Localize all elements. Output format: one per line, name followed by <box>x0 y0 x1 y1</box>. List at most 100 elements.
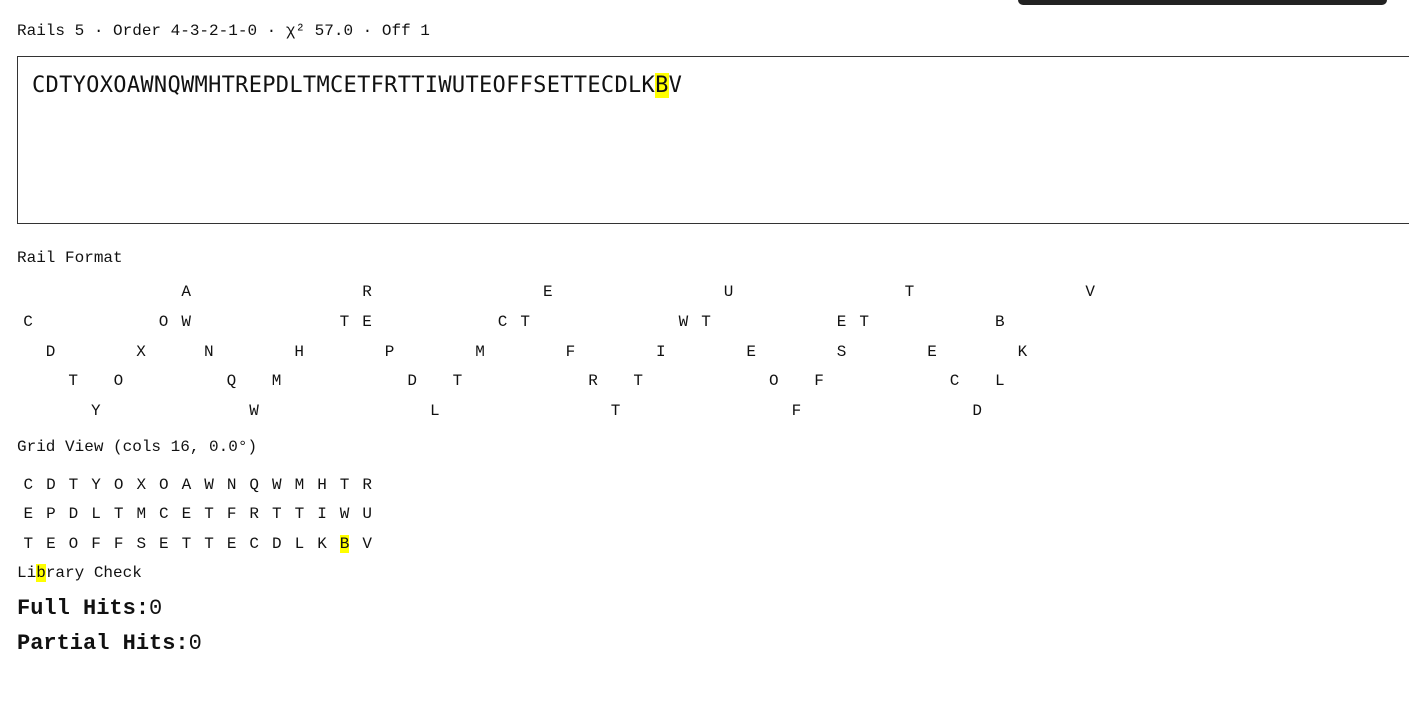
grid-cell: U <box>362 505 372 524</box>
rail-letter: T <box>859 312 869 331</box>
rail-letter: Q <box>226 372 237 391</box>
rail-letter: T <box>452 372 463 391</box>
rail-letter: L <box>994 372 1005 391</box>
rail-letter: O <box>113 372 124 391</box>
ciphertext-before: CDTYOXOAWNQWMHTREPDLTMCETFRTTIWUTEOFFSET… <box>32 73 656 98</box>
library-check-label-a: Li <box>17 564 37 582</box>
grid-cell: C <box>23 475 34 494</box>
partial-hits-value: 0 <box>188 631 202 656</box>
rail-letter: T <box>610 402 621 421</box>
grid-cell: E <box>181 505 192 524</box>
rail-letter: E <box>362 312 372 331</box>
grid-cell: T <box>204 534 214 553</box>
rail-letter: E <box>746 342 756 361</box>
grid-cell: O <box>68 534 79 553</box>
grid-cell: E <box>46 534 56 553</box>
ciphertext-value: CDTYOXOAWNQWMHTREPDLTMCETFRTTIWUTEOFFSET… <box>32 73 682 98</box>
rail-letter: E <box>542 283 553 301</box>
grid-view-label: Grid View (cols 16, 0.0°) <box>17 438 258 456</box>
grid-cell: W <box>204 475 214 494</box>
rail-letter: H <box>294 342 304 361</box>
grid-cell: K <box>317 534 327 553</box>
grid-row: TEOFFSETTECDLKBV <box>17 529 379 559</box>
grid-cell: C <box>159 505 169 524</box>
rail-letter: F <box>814 372 824 391</box>
rail-letter: C <box>23 312 33 331</box>
grid-cell: T <box>68 475 79 494</box>
grid-cell: F <box>226 505 237 524</box>
ciphertext-after: V <box>668 73 683 98</box>
library-check-label: Library Check <box>17 564 142 582</box>
grid-cell: W <box>339 505 350 524</box>
grid-cell: T <box>204 505 214 524</box>
full-hits-label: Full Hits: <box>17 596 150 621</box>
grid-cell: X <box>136 475 147 494</box>
grid-cell: L <box>294 534 305 553</box>
grid-cell: M <box>136 505 147 524</box>
library-check-label-b: rary Check <box>45 564 142 582</box>
ciphertext-highlight: B <box>655 73 669 98</box>
rail-format-label: Rail Format <box>17 249 123 267</box>
rail-letter: C <box>497 312 508 331</box>
grid-cell: O <box>113 475 124 494</box>
grid-cell: F <box>91 534 101 553</box>
rail-letter: U <box>723 283 734 301</box>
grid-cell: T <box>272 505 282 524</box>
partial-hits: Partial Hits:0 <box>17 631 202 656</box>
rail-letter: D <box>407 372 417 391</box>
rail-letter: W <box>181 312 191 331</box>
rail-letter: O <box>768 372 779 391</box>
grid-cell: T <box>339 475 350 494</box>
rail-letter: W <box>249 402 259 421</box>
grid-row: EPDLTMCETFRTTIWU <box>17 500 379 530</box>
grid-cell: T <box>23 534 34 553</box>
rail-letter: T <box>520 312 530 331</box>
grid-cell: Y <box>91 475 101 494</box>
grid-cell: F <box>113 534 124 553</box>
grid-cell: L <box>91 505 101 524</box>
grid-cell: M <box>294 475 305 494</box>
rail-letter: T <box>68 372 78 391</box>
rail-letter: N <box>203 342 214 361</box>
rail-letter: Y <box>90 402 101 421</box>
grid-cell: W <box>272 475 282 494</box>
grid-cell: V <box>362 534 372 553</box>
grid-cell: P <box>46 505 56 524</box>
rail-letter: X <box>136 342 146 361</box>
grid-cell: T <box>181 534 192 553</box>
grid-cell: E <box>226 534 237 553</box>
rail-letter: T <box>633 372 643 391</box>
grid-cell: T <box>113 505 124 524</box>
rail-letter: M <box>475 342 485 361</box>
grid-cell: D <box>272 534 282 553</box>
partial-hits-label: Partial Hits: <box>17 631 189 656</box>
ciphertext-input[interactable]: CDTYOXOAWNQWMHTREPDLTMCETFRTTIWUTEOFFSET… <box>17 56 1409 224</box>
full-hits: Full Hits:0 <box>17 596 162 621</box>
rail-letter: C <box>949 372 960 391</box>
rail-letter: K <box>1017 342 1028 361</box>
grid-cell: Q <box>249 475 260 494</box>
rail-letter: E <box>836 312 847 331</box>
grid-cell: D <box>46 475 56 494</box>
grid-cell: B <box>339 534 350 553</box>
grid-cell: A <box>181 475 192 494</box>
full-hits-value: 0 <box>149 596 163 621</box>
rail-letter: S <box>836 342 847 361</box>
grid-row: CDTYOXOAWNQWMHTR <box>17 470 379 500</box>
grid-cell: I <box>317 505 327 524</box>
rail-letter: M <box>271 372 282 391</box>
grid-cell: S <box>136 534 147 553</box>
grid-cell: C <box>249 534 260 553</box>
grid-cell: T <box>294 505 305 524</box>
rail-letter: O <box>158 312 169 331</box>
rail-letter: T <box>904 283 915 301</box>
rail-letter: E <box>927 342 937 361</box>
rail-letter: L <box>429 402 440 421</box>
rail-letter: D <box>45 342 56 361</box>
rail-letter: B <box>994 312 1005 331</box>
rail-letter: P <box>384 342 395 361</box>
rail-format-view: AREUTVCOWTECTWTETBDXNHPMFIESEKTOQMDTRTOF… <box>0 280 1200 430</box>
rail-letter: R <box>588 372 598 391</box>
grid-cell: D <box>68 505 79 524</box>
grid-cell: O <box>159 475 169 494</box>
